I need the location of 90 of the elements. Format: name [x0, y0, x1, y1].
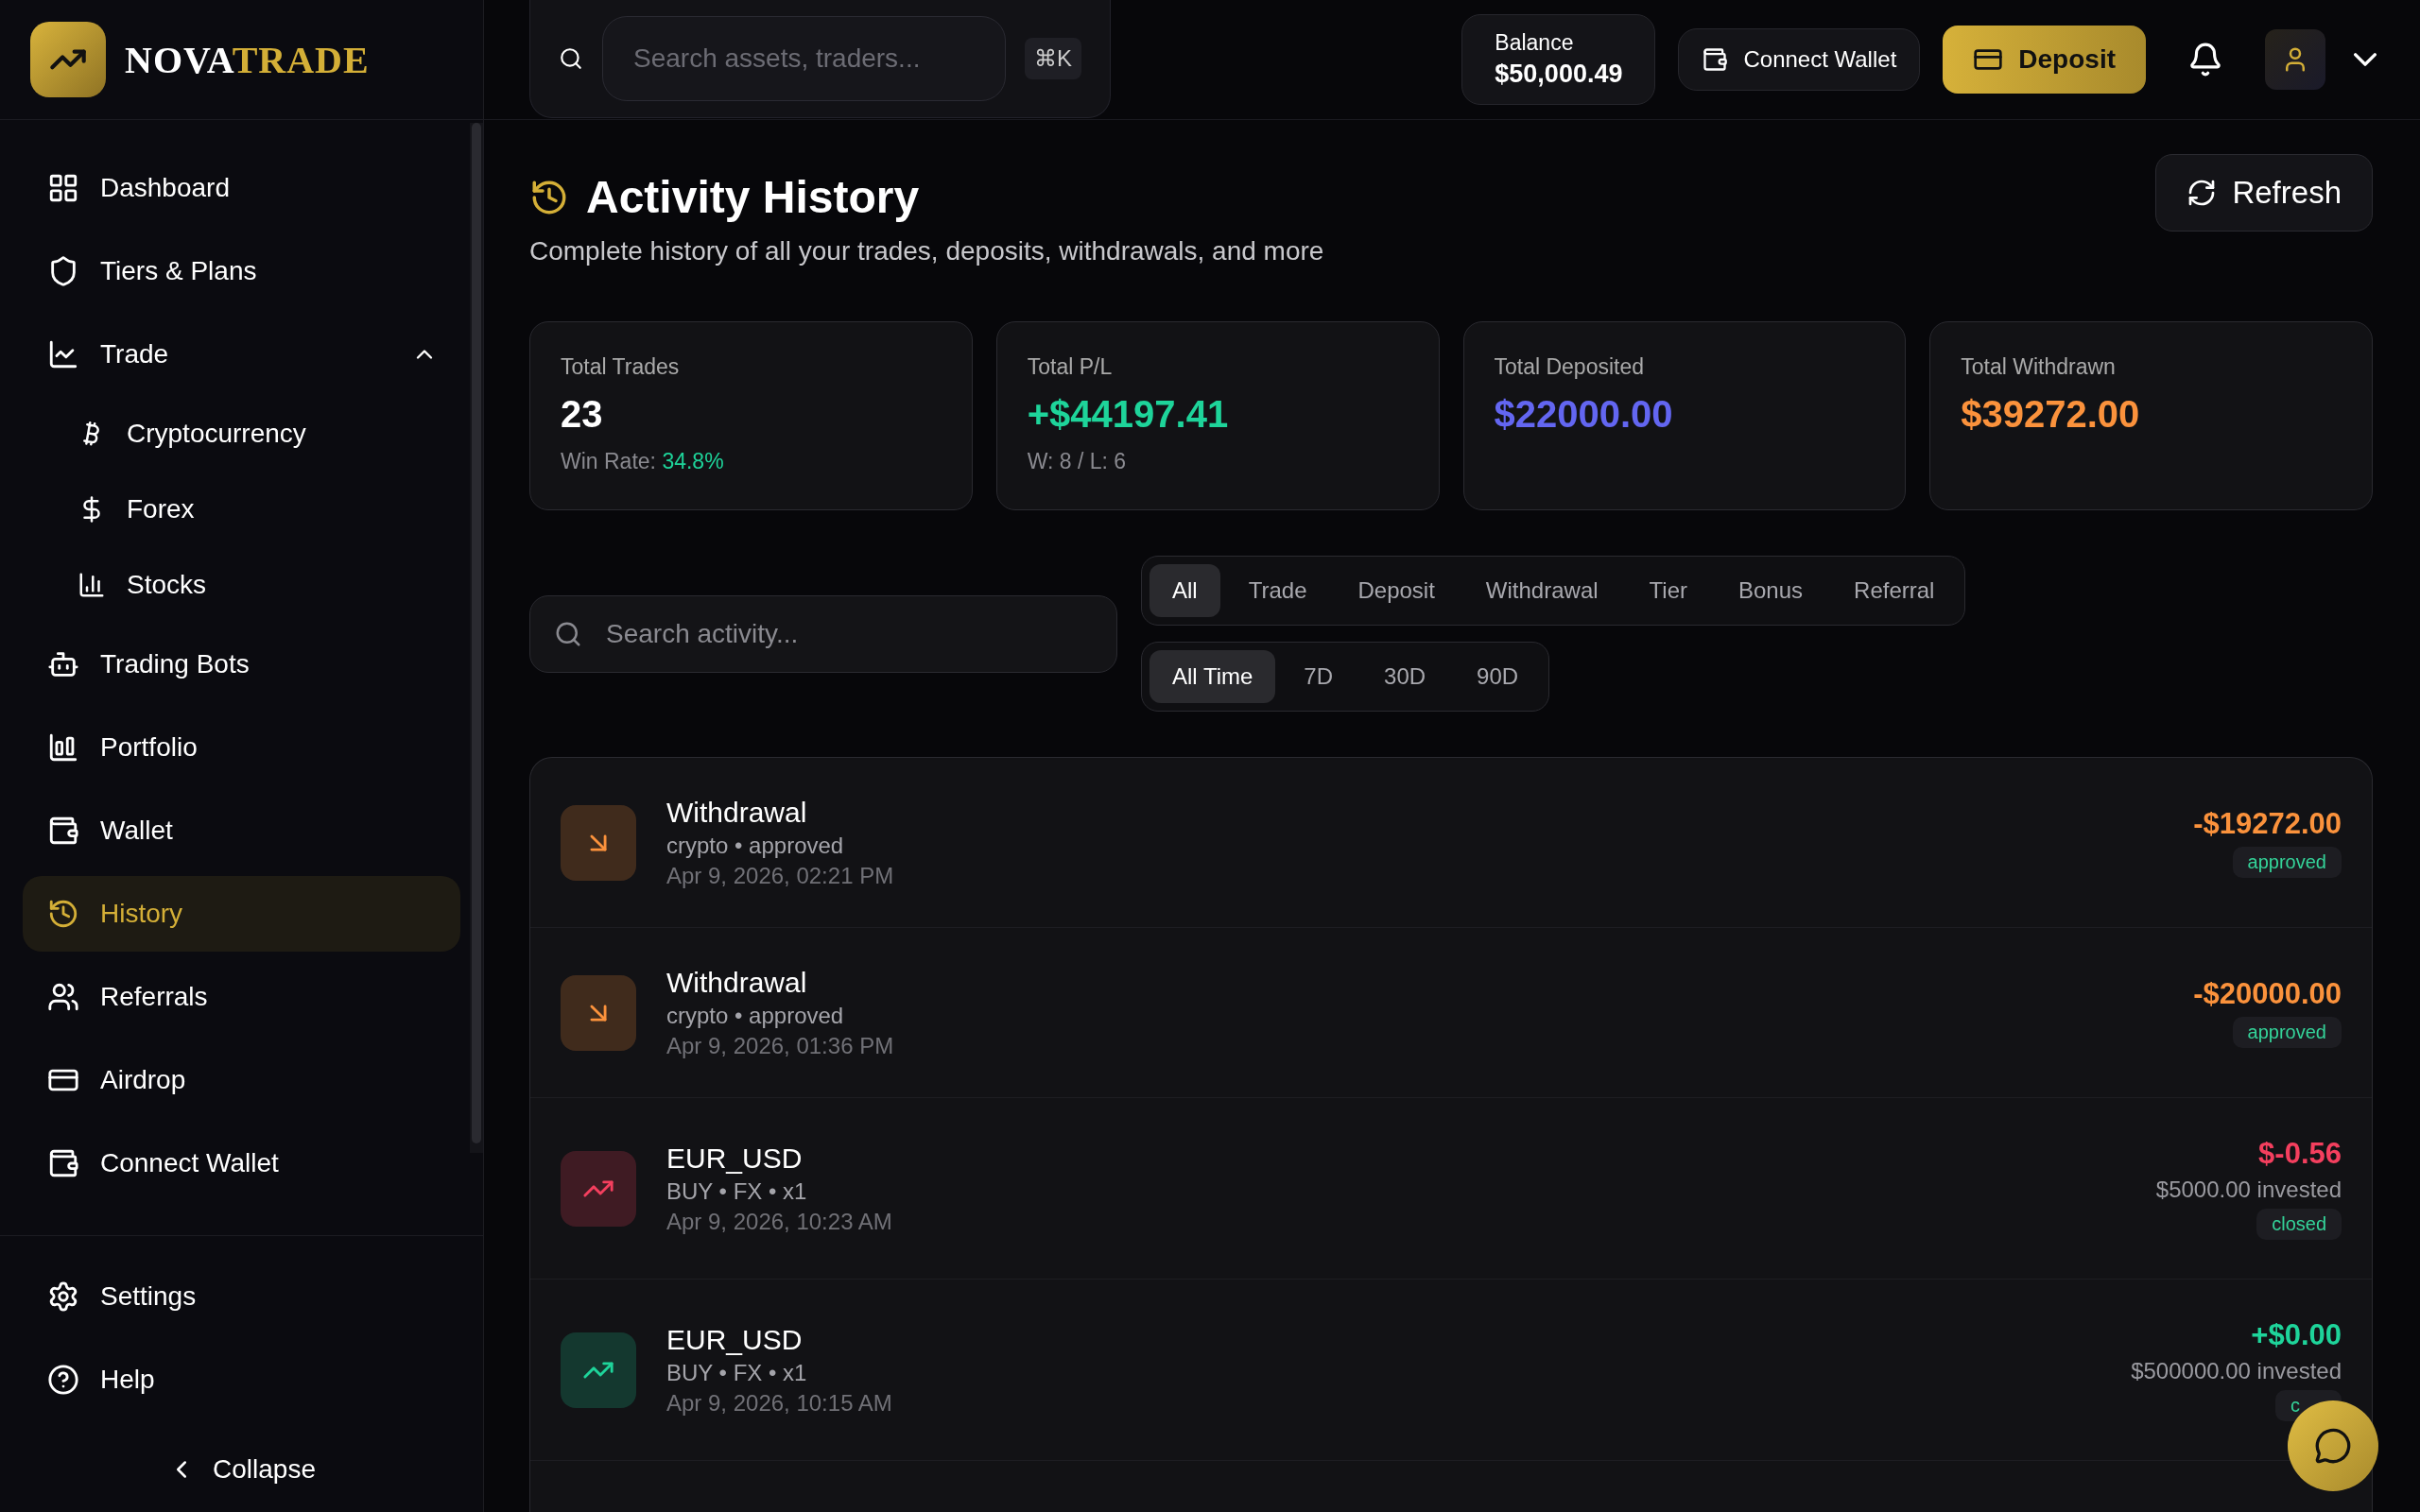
activity-amount: +$0.00 — [2251, 1318, 2342, 1352]
stat-label: Total P/L — [1027, 354, 1114, 380]
filter-tab[interactable]: Bonus — [1716, 564, 1826, 617]
activity-date: Apr 9, 2026, 02:21 PM — [666, 862, 895, 889]
sidebar-item[interactable]: Help — [23, 1342, 460, 1418]
activity-amount: -$19272.00 — [2193, 807, 2342, 841]
activity-row[interactable]: EUR_USD BUY • FX • x1 Apr 9, 2026, 10:23 AM $-0.56 $5000.00 invested closed — [530, 1098, 2372, 1280]
sidebar-item[interactable]: Trading Bots — [23, 627, 460, 702]
activity-row[interactable]: Withdrawal crypto • approved Apr 9, 2026, 01:36 PM -$20000.00 approved — [530, 928, 2372, 1098]
search-icon — [559, 46, 583, 71]
brand-name: NOVATRADE — [125, 37, 370, 82]
activity-title: EUR_USD — [666, 1323, 804, 1356]
stat-label: Total Trades — [561, 354, 681, 380]
activity-title: Withdrawal — [666, 796, 808, 829]
bell-icon — [2187, 41, 2223, 77]
wallet-icon — [47, 815, 79, 847]
balance-value: $50,000.49 — [1495, 59, 1623, 89]
filter-tab[interactable]: Tier — [1626, 564, 1710, 617]
activity-details: crypto • approved — [666, 832, 845, 859]
sidebar-item[interactable]: Airdrop — [23, 1042, 460, 1118]
activity-search-field[interactable]: Search activity... — [529, 594, 1117, 673]
activity-date: Apr 9, 2026, 10:23 AM — [666, 1208, 893, 1235]
chat-icon — [2314, 1427, 2352, 1465]
filter-tab[interactable]: Trade — [1225, 564, 1330, 617]
line-chart-icon — [47, 338, 79, 370]
sidebar-subitem[interactable]: Forex — [23, 475, 460, 543]
sidebar-subitem[interactable]: Cryptocurrency — [23, 400, 460, 468]
filter-tab[interactable]: Withdrawal — [1462, 564, 1621, 617]
time-tab[interactable]: All Time — [1150, 650, 1276, 703]
activity-title: Withdrawal — [666, 966, 808, 999]
refresh-button[interactable]: Refresh — [2155, 154, 2373, 232]
sidebar-item[interactable]: Wallet — [23, 793, 460, 868]
activity-details: BUY • FX • x1 — [666, 1177, 808, 1205]
time-tab[interactable]: 7D — [1281, 650, 1357, 703]
wallet-icon — [1702, 45, 1729, 73]
stat-value: $22000.00 — [1494, 393, 1674, 436]
sidebar-item[interactable]: Tiers & Plans — [23, 233, 460, 309]
stat-note: W: 8 / L: 6 — [1027, 449, 1128, 474]
sidebar-item[interactable]: Portfolio — [23, 710, 460, 785]
sidebar-item[interactable]: Referrals — [23, 959, 460, 1035]
sidebar-item[interactable]: Trade — [23, 317, 460, 392]
wallet-icon — [47, 1147, 79, 1179]
activity-row[interactable]: Withdrawal crypto • approved Apr 9, 2026, 02:21 PM -$19272.00 approved — [530, 758, 2372, 928]
sidebar-subitem[interactable]: Stocks — [23, 551, 460, 619]
history-icon — [47, 898, 79, 930]
sidebar-item[interactable]: Settings — [23, 1259, 460, 1334]
stat-label: Total Deposited — [1494, 354, 1646, 380]
activity-details: crypto • approved — [666, 1002, 845, 1029]
balance-label: Balance — [1495, 29, 1575, 56]
connect-wallet-button[interactable]: Connect Wallet — [1678, 27, 1921, 91]
sidebar-item[interactable]: Dashboard — [23, 150, 460, 226]
bar-chart-icon — [78, 571, 106, 599]
time-tab[interactable]: 90D — [1454, 650, 1542, 703]
page-subtitle: Complete history of all your trades, deposits, withdrawals, and more — [529, 236, 1324, 266]
stat-value: +$44197.41 — [1027, 393, 1230, 436]
activity-amount: $-0.56 — [2258, 1137, 2342, 1171]
activity-date: Apr 9, 2026, 01:36 PM — [666, 1032, 895, 1059]
help-icon — [47, 1364, 79, 1396]
shortcut-key: ⌘K — [1025, 38, 1081, 79]
invested-amount: $500000.00 invested — [2131, 1358, 2342, 1384]
scrollbar[interactable] — [470, 123, 483, 1153]
stat-label: Total Withdrawn — [1961, 354, 2117, 380]
time-tab[interactable]: 30D — [1361, 650, 1449, 703]
logo-icon — [30, 22, 106, 97]
activity-amount: -$20000.00 — [2193, 977, 2342, 1011]
activity-title: EUR_USD — [666, 1142, 804, 1175]
sidebar-item[interactable]: History — [23, 876, 460, 952]
grid-icon — [47, 172, 79, 204]
filter-tab[interactable]: Deposit — [1335, 564, 1458, 617]
collapse-button[interactable]: Collapse — [162, 1453, 321, 1486]
sidebar-item[interactable]: Connect Wallet — [23, 1125, 460, 1201]
status-badge: approved — [2232, 1017, 2342, 1048]
avatar-button[interactable] — [2265, 28, 2325, 90]
filter-tab[interactable]: All — [1150, 564, 1220, 617]
settings-icon — [47, 1280, 79, 1313]
stat-value: $39272.00 — [1961, 393, 2141, 436]
deposit-button[interactable]: Deposit — [1943, 25, 2146, 94]
filter-tab[interactable]: Referral — [1831, 564, 1958, 617]
stat-note: Win Rate: 34.8% — [561, 449, 725, 474]
stat-value: 23 — [561, 393, 604, 436]
chevron-down-icon — [2354, 52, 2377, 66]
status-badge: closed — [2256, 1209, 2342, 1240]
activity-date: Apr 9, 2026, 10:15 AM — [666, 1389, 893, 1417]
search-field[interactable]: Search assets, traders... — [602, 16, 1006, 101]
status-badge: approved — [2232, 847, 2342, 878]
page-title: Activity History — [586, 171, 920, 223]
bar-chart-icon — [47, 731, 79, 764]
invested-amount: $5000.00 invested — [2155, 1177, 2342, 1203]
people-icon — [47, 981, 79, 1013]
activity-details: BUY • FX • x1 — [666, 1359, 808, 1386]
